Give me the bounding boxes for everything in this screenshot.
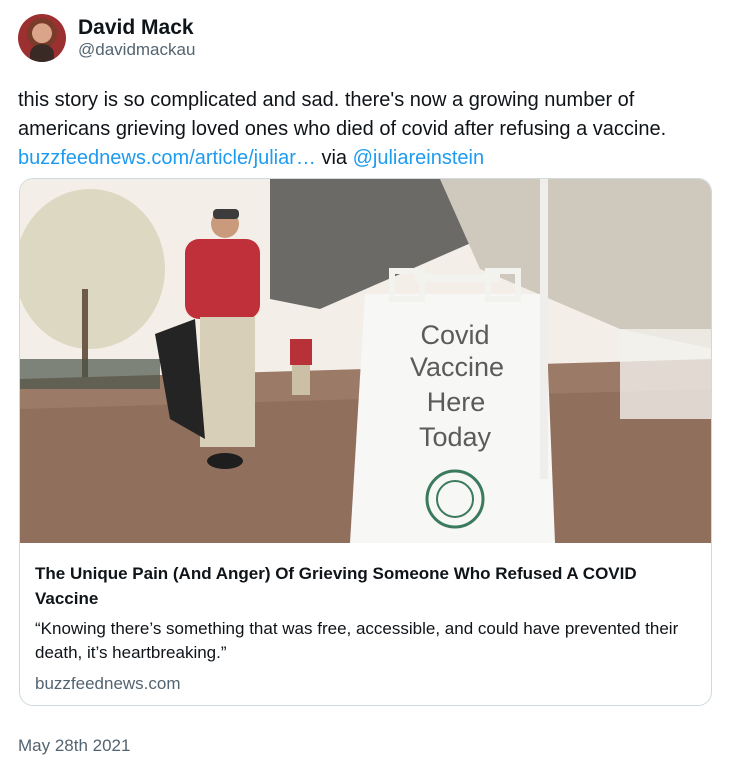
sign-line: Covid xyxy=(420,320,489,350)
card-domain: buzzfeednews.com xyxy=(35,674,181,693)
tweet-text: this story is so complicated and sad. th… xyxy=(18,86,718,173)
avatar[interactable] xyxy=(18,14,66,62)
mention-link[interactable]: @juliareinstein xyxy=(353,147,484,169)
card-body: The Unique Pain (And Anger) Of Grieving … xyxy=(20,543,711,694)
card-description: “Knowing there’s something that was free… xyxy=(35,619,679,662)
author-display-name[interactable]: David Mack xyxy=(78,16,195,40)
author-names: David Mack @davidmackau xyxy=(78,16,195,60)
card-title[interactable]: The Unique Pain (And Anger) Of Grieving … xyxy=(35,561,696,611)
sign-line: Today xyxy=(419,422,492,452)
card-image[interactable]: Covid Vaccine Here Today xyxy=(20,179,711,543)
article-link[interactable]: buzzfeednews.com/article/juliar… xyxy=(18,147,316,169)
author-handle[interactable]: @davidmackau xyxy=(78,40,195,60)
sign-line: Vaccine xyxy=(410,352,504,382)
vaccine-sign-photo: Covid Vaccine Here Today xyxy=(20,179,711,543)
via-text: via xyxy=(321,147,348,169)
tweet-timestamp[interactable]: May 28th 2021 xyxy=(18,736,130,756)
tweet-header: David Mack @davidmackau xyxy=(18,14,195,62)
tweet-body: this story is so complicated and sad. th… xyxy=(18,89,667,140)
link-card[interactable]: Covid Vaccine Here Today The Unique Pain… xyxy=(19,178,712,706)
sign-line: Here xyxy=(427,387,486,417)
